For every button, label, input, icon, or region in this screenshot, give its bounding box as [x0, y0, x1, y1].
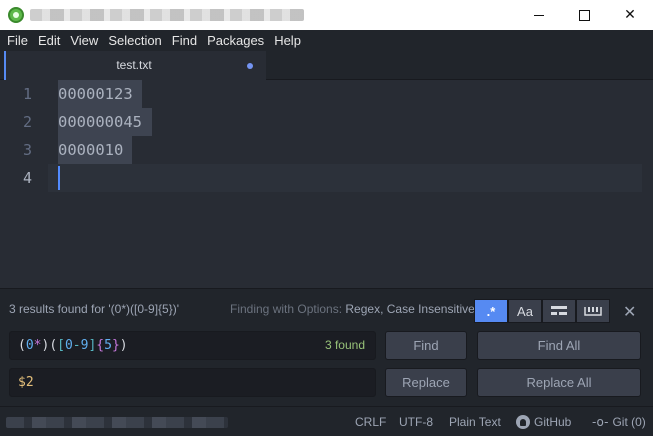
find-button[interactable]: Find — [385, 331, 467, 360]
regex-token: ( — [18, 338, 26, 353]
line-number: 1 — [22, 85, 32, 103]
whole-word-icon — [584, 307, 602, 316]
status-left-redacted — [6, 417, 228, 428]
selection-icon — [551, 306, 567, 315]
line-number: 3 — [22, 141, 32, 159]
title-bar: ✕ — [0, 0, 653, 30]
tab-test-txt[interactable]: test.txt — [4, 51, 266, 80]
find-options-label: Finding with Options: — [230, 302, 346, 316]
github-label: GitHub — [534, 415, 572, 429]
case-icon: Aa — [517, 303, 533, 319]
git-status-button[interactable]: -o- Git (0) — [592, 415, 646, 429]
menu-view[interactable]: View — [65, 30, 103, 51]
replace-button[interactable]: Replace — [385, 368, 467, 397]
close-window-button[interactable]: ✕ — [607, 0, 653, 30]
regex-token: [ — [57, 338, 65, 353]
code-line: 00000123 — [58, 85, 133, 103]
find-replace-panel: 3 results found for '(0*)([0-9]{5})' Fin… — [0, 288, 653, 406]
text-editor[interactable]: 1 2 3 4 00000123 000000045 0000010 — [0, 80, 653, 288]
find-options-description: Finding with Options: Regex, Case Insens… — [230, 302, 475, 316]
menu-file[interactable]: File — [2, 30, 33, 51]
find-results-summary: 3 results found for '(0*)([0-9]{5})' — [9, 302, 179, 316]
text-cursor — [58, 166, 60, 190]
regex-toggle-button[interactable]: .* — [474, 299, 508, 323]
regex-token: ) — [119, 338, 128, 353]
minimize-button[interactable] — [516, 0, 562, 30]
atom-app-icon — [8, 7, 24, 23]
find-input[interactable]: (0*)([0-9]{5}) 3 found — [9, 331, 376, 360]
git-commit-icon: -o- — [592, 415, 609, 429]
find-query-text: (0*)([0-9]{5}) — [18, 338, 128, 353]
case-sensitive-toggle-button[interactable]: Aa — [508, 299, 542, 323]
regex-token: 0 — [25, 338, 34, 353]
whole-word-toggle-button[interactable] — [576, 299, 610, 323]
menu-packages[interactable]: Packages — [202, 30, 269, 51]
menu-edit[interactable]: Edit — [33, 30, 65, 51]
minimize-icon — [534, 14, 544, 16]
grammar-indicator[interactable]: Plain Text — [449, 415, 501, 429]
line-number-gutter: 1 2 3 4 — [0, 80, 48, 288]
regex-token: - — [72, 338, 81, 353]
menu-find[interactable]: Find — [167, 30, 202, 51]
close-find-panel-icon[interactable]: ✕ — [623, 302, 636, 321]
menu-selection[interactable]: Selection — [103, 30, 166, 51]
maximize-button[interactable] — [561, 0, 607, 30]
encoding-indicator[interactable]: UTF-8 — [399, 415, 433, 429]
replace-input[interactable]: $2 — [9, 368, 376, 397]
close-icon: ✕ — [624, 7, 636, 23]
status-bar: CRLF UTF-8 Plain Text GitHub -o- Git (0) — [0, 406, 653, 436]
window-title-redacted — [30, 9, 304, 21]
cursor-line-highlight — [48, 164, 642, 192]
replace-text: $2 — [18, 375, 34, 390]
line-number: 2 — [22, 113, 32, 131]
regex-token: 0 — [64, 338, 73, 353]
regex-token: { — [96, 338, 105, 353]
replace-all-button[interactable]: Replace All — [477, 368, 641, 397]
regex-token: 5 — [104, 338, 112, 353]
in-selection-toggle-button[interactable] — [542, 299, 576, 323]
tab-bar: test.txt — [0, 51, 653, 80]
github-status-button[interactable]: GitHub — [516, 415, 571, 429]
git-label: Git (0) — [612, 415, 646, 429]
line-ending-indicator[interactable]: CRLF — [355, 415, 386, 429]
regex-icon: .* — [486, 303, 496, 319]
line-number: 4 — [22, 169, 32, 187]
github-icon — [516, 415, 530, 429]
menu-bar: File Edit View Selection Find Packages H… — [0, 30, 653, 51]
code-line: 000000045 — [58, 113, 142, 131]
regex-token: } — [111, 338, 120, 353]
tab-title: test.txt — [116, 58, 152, 72]
find-options-value: Regex, Case Insensitive — [345, 302, 475, 316]
regex-token: ( — [49, 338, 58, 353]
menu-help[interactable]: Help — [269, 30, 306, 51]
find-count: 3 found — [324, 338, 365, 352]
maximize-icon — [578, 9, 590, 21]
find-all-button[interactable]: Find All — [477, 331, 641, 360]
code-line: 0000010 — [58, 141, 124, 159]
modified-dot-icon[interactable] — [247, 63, 253, 69]
